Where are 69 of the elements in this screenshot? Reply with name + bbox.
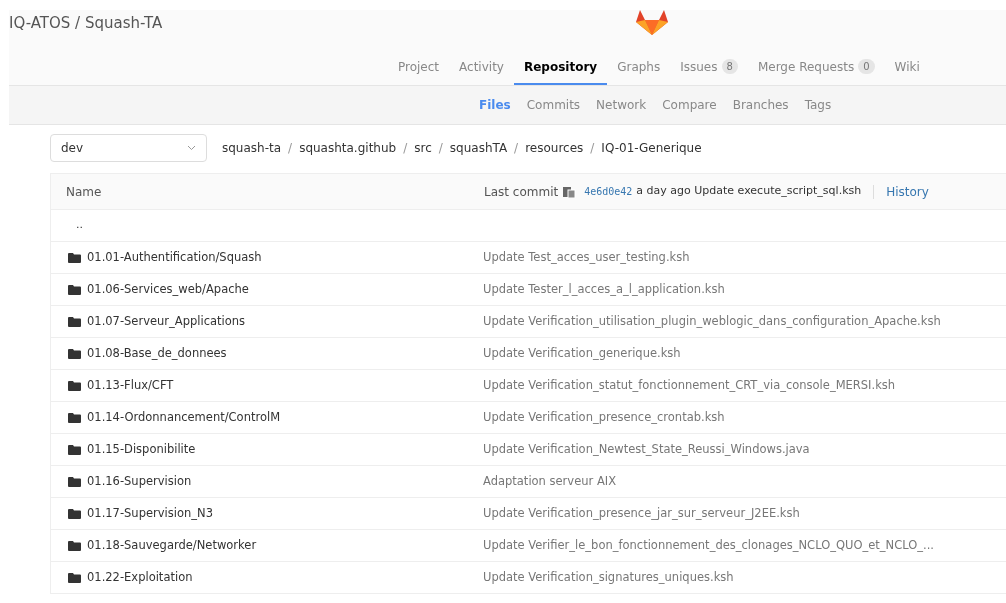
breadcrumb-separator: / bbox=[403, 140, 408, 157]
folder-link[interactable]: 01.14-Ordonnancement/ControlM bbox=[87, 408, 483, 427]
commit-message-link[interactable]: Update Verification_presence_jar_sur_serveur_J2EE.ksh bbox=[483, 504, 800, 523]
breadcrumb-separator: / bbox=[438, 140, 443, 157]
breadcrumb-link[interactable]: IQ-01-Generique bbox=[601, 139, 702, 157]
folder-icon bbox=[68, 380, 81, 391]
sub-tab[interactable]: Commits bbox=[518, 86, 589, 124]
column-heading: Name bbox=[66, 183, 103, 201]
folder-icon bbox=[68, 444, 81, 455]
folder-link[interactable]: 01.13-Flux/CFT bbox=[87, 376, 483, 395]
folder-link[interactable]: 01.18-Sauvegarde/Networker bbox=[87, 536, 483, 555]
commit-message-link[interactable]: Update Verification_statut_fonctionnement_CRT_via_console_MERSI.ksh bbox=[483, 376, 896, 395]
project-title[interactable]: IQ-ATOS / Squash-TA bbox=[9, 12, 163, 35]
sub-tab[interactable]: Network bbox=[588, 86, 655, 124]
chevron-down-icon bbox=[187, 145, 196, 151]
commit-message-link[interactable]: Update Test_acces_user_testing.ksh bbox=[483, 248, 690, 267]
folder-link[interactable]: 01.17-Supervision_N3 bbox=[87, 504, 483, 523]
breadcrumb-link[interactable]: squash-ta bbox=[222, 139, 282, 157]
count-badge: 0 bbox=[858, 59, 875, 74]
folder-link[interactable]: 01.16-Supervision bbox=[87, 472, 483, 491]
breadcrumb-link[interactable]: squashTA bbox=[449, 139, 508, 157]
breadcrumb-link[interactable]: src bbox=[414, 139, 432, 157]
folder-link[interactable]: 01.08-Base_de_donnees bbox=[87, 344, 483, 363]
commit-message-link[interactable]: Adaptation serveur AIX bbox=[483, 472, 617, 491]
commit-message: a day ago Update execute_script_sql.ksh bbox=[636, 183, 862, 200]
folder-link[interactable]: 01.15-Disponibilite bbox=[87, 440, 483, 459]
commit-message-link[interactable]: Update Verifier_le_bon_fonctionnement_des_clonages_NCLO_QUO_et_NCLO_... bbox=[483, 536, 934, 555]
folder-link[interactable]: 01.01-Authentification/Squash bbox=[87, 248, 483, 267]
commit-message-link[interactable]: Update Verification_presence_crontab.ksh bbox=[483, 408, 725, 427]
commit-hash-link[interactable]: 4e6d0e42 bbox=[584, 184, 633, 199]
nav-tab[interactable]: Graphs bbox=[607, 50, 671, 85]
nav-tab[interactable]: Issues 8 bbox=[670, 50, 748, 85]
sub-tab[interactable]: Branches bbox=[724, 86, 797, 124]
commit-message-link[interactable]: Update Verification_utilisation_plugin_weblogic_dans_configuration_Apache.ksh bbox=[483, 312, 941, 331]
fox-logo-icon[interactable] bbox=[635, 10, 669, 36]
folder-icon bbox=[68, 540, 81, 551]
branch-dropdown[interactable]: dev bbox=[50, 134, 207, 162]
history-link[interactable]: History bbox=[886, 182, 929, 201]
folder-icon bbox=[68, 252, 81, 263]
breadcrumb-separator: / bbox=[590, 140, 595, 157]
breadcrumb-link[interactable]: squashta.github bbox=[299, 139, 397, 157]
folder-link[interactable]: 01.22-Exploitation bbox=[87, 568, 483, 587]
sub-tab[interactable]: Tags bbox=[796, 86, 840, 124]
commit-message-link[interactable]: Update Verification_signatures_uniques.ksh bbox=[483, 568, 734, 587]
commit-message-link[interactable]: Update Verification_Newtest_State_Reussi_Windows.java bbox=[483, 440, 810, 459]
folder-icon bbox=[68, 412, 81, 423]
breadcrumb-link[interactable]: resources bbox=[525, 139, 584, 157]
breadcrumb-separator: / bbox=[514, 140, 519, 157]
commit-message-link[interactable]: Update Tester_l_acces_a_l_application.ksh bbox=[483, 280, 725, 299]
parent-directory-link[interactable]: .. bbox=[76, 217, 83, 234]
folder-icon bbox=[68, 316, 81, 327]
count-badge: 8 bbox=[721, 59, 738, 74]
nav-tab[interactable]: Wiki bbox=[884, 50, 930, 85]
last-commit-label: Last commit bbox=[484, 183, 559, 201]
folder-icon bbox=[68, 284, 81, 295]
sub-tab[interactable]: Compare bbox=[654, 86, 725, 124]
folder-icon bbox=[68, 348, 81, 359]
clipboard-icon[interactable] bbox=[563, 185, 577, 198]
commit-message-link[interactable]: Update Verification_generique.ksh bbox=[483, 344, 681, 363]
nav-tab[interactable]: Activity bbox=[449, 50, 514, 85]
sub-tab[interactable]: Files bbox=[471, 86, 519, 124]
nav-tab[interactable]: Project bbox=[388, 50, 450, 85]
breadcrumb-separator: / bbox=[288, 140, 293, 157]
folder-link[interactable]: 01.07-Serveur_Applications bbox=[87, 312, 483, 331]
nav-tab[interactable]: Merge Requests 0 bbox=[747, 50, 885, 85]
folder-icon bbox=[68, 476, 81, 487]
folder-icon bbox=[68, 508, 81, 519]
folder-icon bbox=[68, 572, 81, 583]
folder-link[interactable]: 01.06-Services_web/Apache bbox=[87, 280, 483, 299]
